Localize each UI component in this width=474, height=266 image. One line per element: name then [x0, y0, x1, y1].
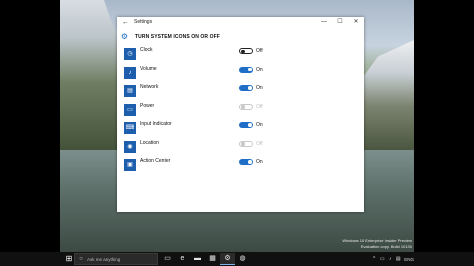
- setting-label: Power: [140, 102, 155, 109]
- page-header: ⚙ TURN SYSTEM ICONS ON OR OFF: [117, 30, 364, 44]
- location-icon: ◉: [124, 140, 136, 153]
- app-icon: ◍: [239, 255, 246, 262]
- setting-label: Action Center: [140, 158, 171, 164]
- settings-window: ← Settings — ☐ ✕ ⚙ TURN SYSTEM ICONS ON …: [117, 17, 364, 212]
- back-button[interactable]: ←: [121, 18, 130, 27]
- keyboard-icon: ⌨: [124, 122, 136, 134]
- maximize-button[interactable]: ☐: [332, 17, 348, 28]
- setting-row-action-center: ▣ Action Center On: [117, 156, 364, 175]
- title-bar: ← Settings — ☐ ✕: [117, 17, 364, 28]
- folder-icon: ▬: [194, 255, 201, 262]
- toggle-state: On: [256, 66, 263, 73]
- setting-label: Location: [140, 139, 159, 146]
- close-icon: ✕: [353, 19, 359, 25]
- toggle-state: On: [256, 85, 263, 91]
- task-view-button[interactable]: ▭: [160, 253, 175, 265]
- settings-app-button[interactable]: ⚙: [220, 253, 235, 265]
- toggle-knob: [248, 86, 252, 90]
- store-button[interactable]: ▦: [205, 253, 220, 265]
- taskbar: ⊞ ○ Ask me anything ▭ e ▬ ▦ ⚙ ◍ ^ ▭ ♪ ▤ …: [0, 252, 474, 266]
- volume-icon: ♪: [124, 66, 136, 79]
- clock-icon: ◷: [124, 48, 136, 60]
- toggle-knob: [241, 49, 245, 54]
- action-center-icon: ▣: [124, 159, 136, 171]
- setting-row-network: ▤ Network On: [117, 82, 364, 101]
- file-explorer-button[interactable]: ▬: [190, 253, 205, 265]
- network-toggle[interactable]: [239, 85, 253, 91]
- edge-icon: e: [180, 255, 185, 262]
- gear-icon: ⚙: [120, 32, 129, 41]
- search-box[interactable]: ○ Ask me anything: [74, 253, 158, 265]
- toggle-state: Off: [256, 48, 263, 54]
- network-tray-button[interactable]: ▭: [378, 253, 386, 265]
- power-icon: ▭: [124, 103, 136, 116]
- watermark-line-2: Evaluation copy. Build 10130: [360, 244, 412, 249]
- speaker-icon: ♪: [388, 256, 392, 262]
- toggle-state: On: [256, 159, 263, 165]
- volume-toggle[interactable]: [239, 66, 253, 73]
- setting-row-volume: ♪ Volume On: [117, 64, 364, 83]
- network-icon: ▤: [124, 85, 136, 97]
- network-tray-icon: ▭: [379, 256, 385, 262]
- build-watermark: Windows 10 Enterprise Insider Preview Ev…: [342, 238, 412, 250]
- setting-label: Network: [140, 84, 159, 90]
- window-title: Settings: [134, 19, 153, 25]
- gear-icon: ⚙: [224, 255, 231, 262]
- minimize-button[interactable]: —: [316, 17, 332, 28]
- search-placeholder: Ask me anything: [87, 257, 121, 262]
- toggle-knob: [248, 160, 252, 164]
- app-button[interactable]: ◍: [235, 253, 250, 265]
- search-icon: ○: [79, 256, 83, 262]
- setting-row-location: ◉ Location Off: [117, 138, 364, 157]
- letterbox-right: [414, 0, 474, 252]
- chevron-up-icon: ^: [373, 256, 376, 262]
- toggle-knob: [241, 142, 245, 146]
- setting-row-clock: ◷ Clock Off: [117, 45, 364, 64]
- show-hidden-icons-button[interactable]: ^: [370, 253, 378, 265]
- clock-toggle[interactable]: [239, 48, 253, 54]
- location-toggle[interactable]: [239, 140, 253, 147]
- page-title: TURN SYSTEM ICONS ON OR OFF: [135, 34, 220, 40]
- toggle-knob: [248, 67, 252, 72]
- power-toggle[interactable]: [239, 103, 253, 110]
- toggle-knob: [248, 123, 252, 127]
- setting-label: Volume: [140, 65, 157, 72]
- minimize-icon: —: [321, 19, 327, 25]
- input-indicator-toggle[interactable]: [239, 122, 253, 128]
- action-center-tray-button[interactable]: ▤: [394, 253, 402, 265]
- input-language-button[interactable]: ENG: [404, 257, 414, 262]
- edge-button[interactable]: e: [175, 253, 190, 265]
- action-center-toggle[interactable]: [239, 159, 253, 165]
- system-icons-list: ◷ Clock Off ♪ Volume On ▤ Network On ▭ P…: [117, 45, 364, 175]
- windows-logo-icon: ⊞: [65, 254, 73, 263]
- pinned-apps: ▭ e ▬ ▦ ⚙ ◍: [160, 253, 250, 265]
- task-view-icon: ▭: [164, 255, 171, 262]
- store-icon: ▦: [209, 255, 216, 262]
- window-controls: — ☐ ✕: [316, 17, 364, 28]
- start-button[interactable]: ⊞: [64, 254, 74, 264]
- toggle-knob: [241, 105, 245, 109]
- toggle-state: On: [256, 122, 263, 128]
- back-arrow-icon: ←: [122, 19, 129, 26]
- system-tray: ^ ▭ ♪ ▤ ENG: [370, 253, 414, 265]
- close-button[interactable]: ✕: [348, 17, 364, 28]
- toggle-state: Off: [256, 140, 263, 147]
- notification-icon: ▤: [395, 256, 401, 262]
- letterbox-left: [0, 0, 60, 252]
- maximize-icon: ☐: [337, 19, 343, 25]
- setting-label: Clock: [140, 47, 153, 53]
- setting-row-power: ▭ Power Off: [117, 101, 364, 120]
- toggle-state: Off: [256, 103, 263, 110]
- screen: Windows 10 Enterprise Insider Preview Ev…: [0, 0, 474, 266]
- setting-label: Input Indicator: [140, 121, 172, 127]
- setting-row-input-indicator: ⌨ Input Indicator On: [117, 119, 364, 138]
- volume-tray-button[interactable]: ♪: [386, 253, 394, 265]
